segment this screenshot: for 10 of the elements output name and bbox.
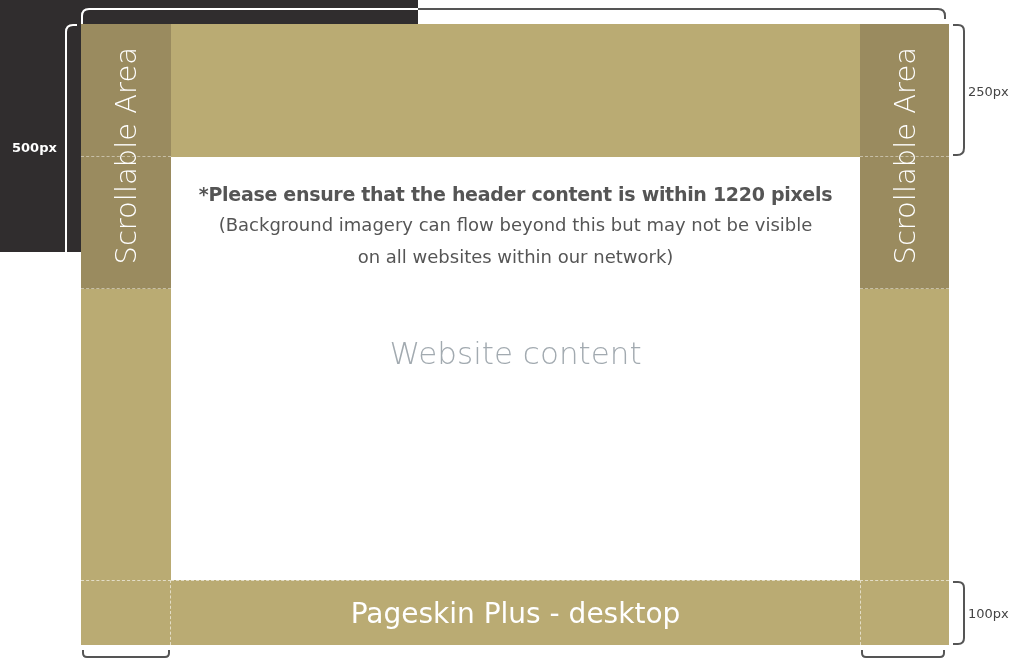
height-bracket (952, 581, 965, 645)
height-label: 100px (968, 606, 1009, 621)
scrollable-area-label: Scrollable Area (109, 47, 143, 265)
height-label: 500px (12, 140, 57, 155)
notice-text: (Background imagery can flow beyond this but may not be visible on all websites within our network) (217, 213, 814, 269)
scrollable-area-label: Scrollable Area (887, 47, 922, 265)
website-content-label: Website content (389, 335, 642, 371)
height-label: 250px (968, 84, 1009, 99)
footer-label: Pageskin Plus - desktop (350, 596, 681, 630)
notice-title: *Please ensure that the header content is within 1220 pixels (198, 183, 833, 205)
